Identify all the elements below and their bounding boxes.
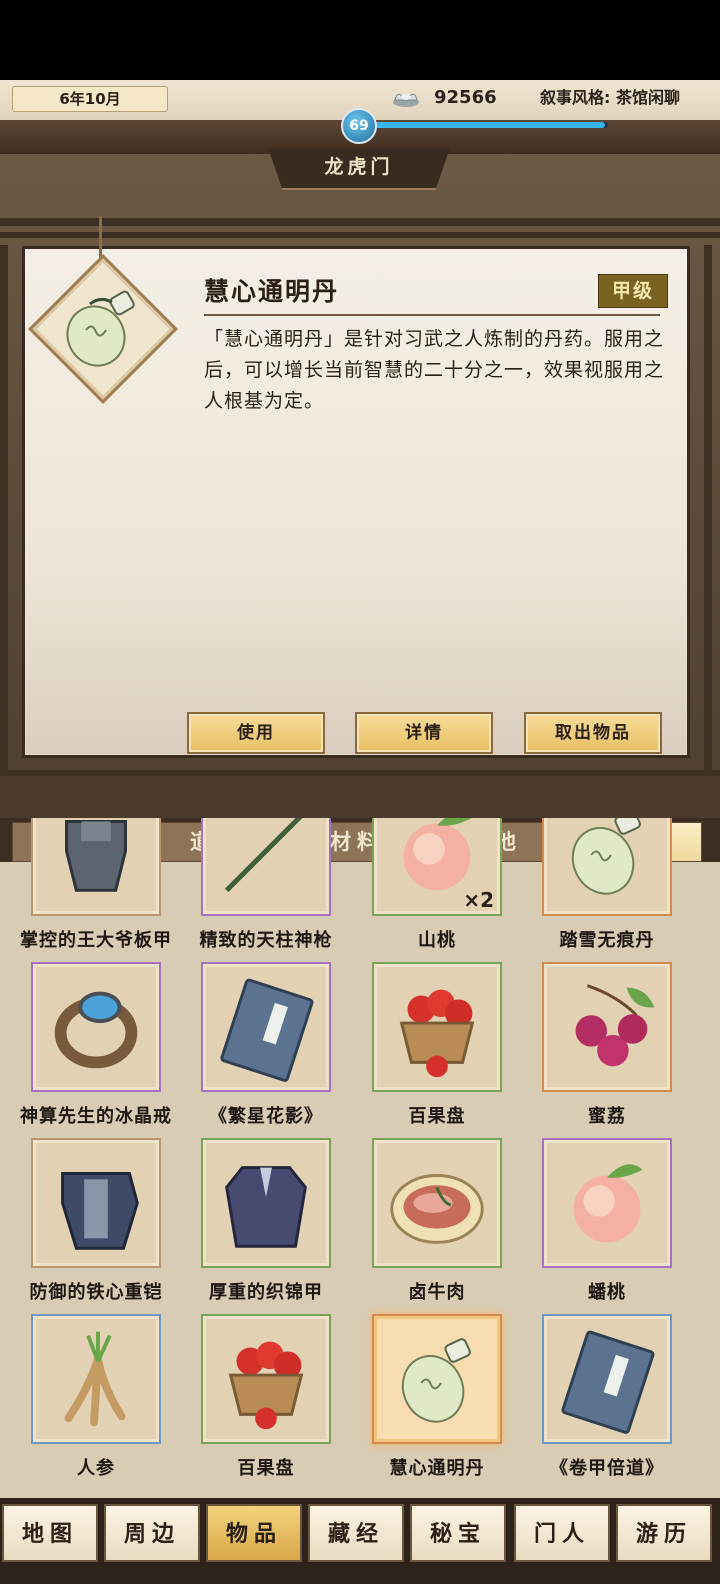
inventory-slot[interactable] bbox=[542, 962, 672, 1092]
inventory-item-name: 《卷甲倍道》 bbox=[550, 1458, 664, 1479]
nav-disciples[interactable]: 门人 bbox=[514, 1504, 610, 1562]
inventory-item-name: 防御的铁心重铠 bbox=[29, 1282, 163, 1303]
item-description: 「慧心通明丹」是针对习武之人炼制的丹药。服用之后，可以增长当前智慧的二十分之一，… bbox=[204, 328, 665, 412]
details-button[interactable]: 详情 bbox=[355, 712, 493, 754]
lattice-beam bbox=[0, 232, 720, 238]
sect-name-plate: 龙虎门 bbox=[268, 148, 450, 190]
inventory-item-name: 人参 bbox=[77, 1458, 115, 1479]
inventory-item-name: 厚重的织锦甲 bbox=[209, 1282, 323, 1303]
nav-items[interactable]: 物品 bbox=[206, 1504, 302, 1562]
inventory-item-name: 掌控的王大爷板甲 bbox=[20, 930, 172, 951]
inventory-item-name: 百果盘 bbox=[237, 1458, 295, 1479]
title-divider bbox=[204, 314, 660, 316]
nav-map[interactable]: 地图 bbox=[2, 1504, 98, 1562]
ginseng-icon bbox=[64, 1331, 126, 1427]
inventory-item-name: 百果盘 bbox=[408, 1106, 466, 1127]
inventory-slot[interactable] bbox=[201, 1314, 331, 1444]
nav-travel[interactable]: 游历 bbox=[616, 1504, 712, 1562]
beef-plate-icon bbox=[390, 1173, 484, 1244]
inventory-slot[interactable] bbox=[542, 1138, 672, 1268]
nav-scriptures[interactable]: 藏经 bbox=[308, 1504, 404, 1562]
inventory-item-name: 卤牛肉 bbox=[408, 1282, 466, 1303]
item-title: 慧心通明丹 bbox=[204, 277, 340, 306]
robe-armor-icon bbox=[225, 1166, 307, 1248]
book-icon bbox=[561, 1330, 655, 1434]
book-icon bbox=[220, 978, 314, 1082]
pill-bottle-icon bbox=[66, 290, 135, 367]
inventory-slot[interactable] bbox=[31, 962, 161, 1092]
inventory-slot[interactable] bbox=[372, 962, 502, 1092]
experience-bar-fill bbox=[356, 122, 605, 128]
inventory-item-name: 山桃 bbox=[418, 930, 456, 951]
heavy-armor-icon bbox=[61, 1172, 139, 1250]
inventory-slot[interactable] bbox=[31, 1314, 161, 1444]
nav-treasures[interactable]: 秘宝 bbox=[410, 1504, 506, 1562]
lattice-beam bbox=[0, 218, 720, 226]
inventory-item-name: 慧心通明丹 bbox=[389, 1458, 485, 1479]
fruit-basket-icon bbox=[228, 1341, 304, 1430]
fruit-basket-icon bbox=[399, 989, 475, 1078]
lattice-post bbox=[0, 245, 8, 805]
narrative-style-toggle[interactable]: 叙事风格: 茶馆闲聊 bbox=[540, 86, 680, 110]
silver-amount: 92566 bbox=[434, 87, 497, 108]
inventory-item-name: 蟠桃 bbox=[588, 1282, 626, 1303]
status-bar bbox=[0, 0, 720, 80]
scroll-clip bbox=[0, 776, 720, 818]
nav-surroundings[interactable]: 周边 bbox=[104, 1504, 200, 1562]
silver-ingot-icon bbox=[393, 93, 419, 107]
inventory-slot[interactable] bbox=[201, 1138, 331, 1268]
inventory-slot-selected[interactable] bbox=[372, 1314, 502, 1444]
inventory-slot[interactable] bbox=[201, 962, 331, 1092]
use-button[interactable]: 使用 bbox=[187, 712, 325, 754]
inventory-slot[interactable] bbox=[372, 1138, 502, 1268]
item-quantity: ×2 bbox=[463, 888, 494, 912]
inventory-item-name: 精致的天柱神枪 bbox=[199, 930, 333, 951]
ring-icon bbox=[54, 991, 138, 1069]
inventory-slot[interactable] bbox=[31, 1138, 161, 1268]
grade-badge: 甲级 bbox=[598, 274, 668, 308]
inventory-item-name: 蜜荔 bbox=[588, 1106, 626, 1127]
level-badge: 69 bbox=[341, 108, 377, 144]
pill-bottle-icon bbox=[401, 1338, 471, 1423]
take-out-button[interactable]: 取出物品 bbox=[524, 712, 662, 754]
date-display: 6年10月 bbox=[12, 86, 168, 112]
inventory-item-name: 《繁星花影》 bbox=[209, 1106, 323, 1127]
peach-icon bbox=[573, 1164, 643, 1243]
inventory-item-name: 踏雪无痕丹 bbox=[559, 930, 655, 951]
inventory-slot[interactable] bbox=[542, 1314, 672, 1444]
lattice-post bbox=[704, 245, 712, 805]
lychee-icon bbox=[575, 984, 655, 1067]
inventory-item-name: 神算先生的冰晶戒 bbox=[20, 1106, 172, 1127]
